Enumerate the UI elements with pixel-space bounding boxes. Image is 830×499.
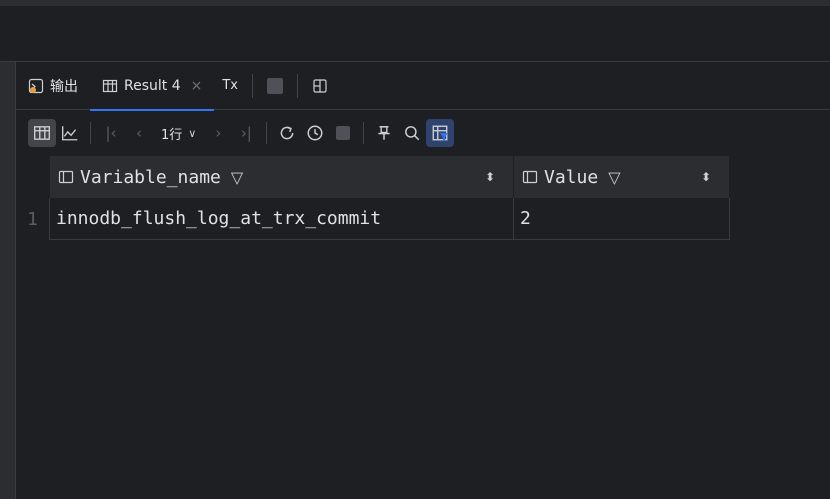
result-toolbar: |‹ ‹ 1行 ∨ › ›|: [16, 111, 830, 155]
row-count-selector[interactable]: 1行 ∨: [153, 124, 204, 143]
next-page-icon[interactable]: ›: [204, 119, 232, 147]
grid-header-row: Variable_name ▽ ⬍ Value ▽ ⬍: [16, 156, 730, 198]
column-icon: [58, 169, 74, 185]
transaction-mode-button[interactable]: Tx: [214, 78, 246, 93]
column-name: Variable_name: [80, 166, 221, 188]
chevron-down-icon: ∨: [188, 126, 197, 140]
table-row[interactable]: 1 innodb_flush_log_at_trx_commit 2: [16, 198, 730, 240]
table-icon: [102, 78, 118, 94]
tab-result[interactable]: Result 4 ×: [90, 62, 215, 111]
cell-value[interactable]: 2: [514, 198, 730, 240]
first-page-icon[interactable]: |‹: [97, 119, 125, 147]
row-number: 1: [16, 198, 50, 240]
editor-header-area: [0, 6, 830, 62]
row-count-label: 1行: [161, 127, 183, 143]
row-number-header: [16, 156, 50, 198]
cell-variable-name[interactable]: innodb_flush_log_at_trx_commit: [50, 198, 514, 240]
pin-icon[interactable]: [370, 119, 398, 147]
results-tabbar: 输出 Result 4 × Tx: [16, 62, 830, 111]
tabbar-divider: [252, 73, 253, 98]
filter-icon[interactable]: ▽: [231, 168, 243, 187]
history-icon[interactable]: [301, 119, 329, 147]
toolbar-divider: [266, 122, 268, 144]
tabbar-divider: [297, 73, 298, 98]
toolbar-divider: [363, 122, 365, 144]
search-icon[interactable]: [398, 119, 426, 147]
left-tool-gutter: [0, 62, 16, 499]
tab-output-label: 输出: [50, 78, 78, 95]
split-layout-icon[interactable]: [312, 78, 328, 94]
column-header-value[interactable]: Value ▽ ⬍: [514, 156, 730, 198]
sort-icon[interactable]: ⬍: [485, 170, 495, 184]
stop-icon[interactable]: [329, 119, 357, 147]
reload-icon[interactable]: [273, 119, 301, 147]
prev-page-icon[interactable]: ‹: [125, 119, 153, 147]
filter-icon[interactable]: ▽: [608, 168, 620, 187]
toolbar-divider: [90, 122, 91, 144]
tab-result-label: Result 4: [124, 77, 181, 94]
tab-output[interactable]: 输出: [16, 62, 90, 110]
column-header-variable-name[interactable]: Variable_name ▽ ⬍: [50, 156, 514, 198]
close-icon[interactable]: ×: [191, 78, 203, 94]
last-page-icon[interactable]: ›|: [232, 119, 260, 147]
column-name: Value: [544, 166, 599, 188]
column-icon: [522, 169, 538, 185]
sort-icon[interactable]: ⬍: [701, 170, 711, 184]
chart-view-icon[interactable]: [56, 119, 84, 147]
table-view-icon[interactable]: [28, 119, 56, 147]
stop-icon[interactable]: [267, 77, 283, 94]
filter-layout-icon[interactable]: [426, 119, 455, 147]
output-console-icon: [28, 78, 44, 94]
